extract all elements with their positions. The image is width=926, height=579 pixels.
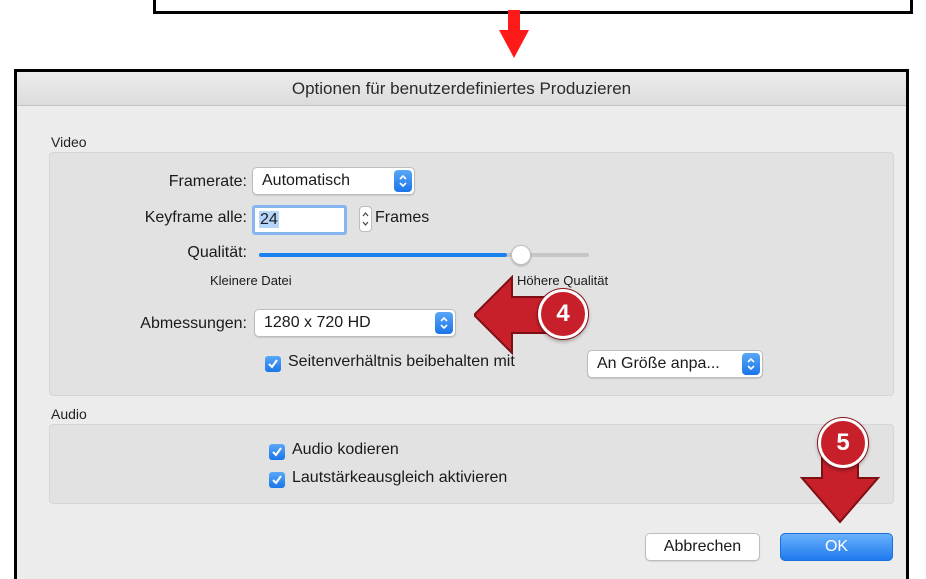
quality-slider[interactable] — [259, 253, 589, 257]
audio-encode-label: Audio kodieren — [292, 441, 399, 458]
dimensions-popup[interactable]: 1280 x 720 HD — [254, 309, 456, 337]
cancel-button[interactable]: Abbrechen — [645, 533, 760, 561]
keyframe-input[interactable]: 24 — [252, 205, 347, 235]
keyframe-label: Keyframe alle: — [144, 209, 247, 226]
previous-dialog-frame — [153, 0, 913, 14]
produce-options-dialog: Optionen für benutzerdefiniertes Produzi… — [14, 69, 909, 579]
keyframe-unit: Frames — [375, 209, 430, 226]
framerate-popup[interactable]: Automatisch — [252, 167, 415, 195]
audio-encode-checkbox[interactable] — [269, 444, 285, 460]
ok-button[interactable]: OK — [780, 533, 893, 561]
quality-slider-knob[interactable] — [511, 245, 531, 265]
aspect-mode-popup[interactable]: An Größe anpa... — [587, 350, 763, 378]
step-4-badge: 4 — [538, 289, 588, 339]
dialog-title: Optionen für benutzerdefiniertes Produzi… — [17, 72, 906, 106]
keyframe-value: 24 — [259, 211, 279, 228]
audio-group — [49, 424, 894, 504]
popup-chevron-icon — [394, 170, 412, 192]
framerate-label: Framerate: — [168, 173, 247, 190]
aspect-checkbox[interactable] — [265, 356, 281, 372]
dimensions-label: Abmessungen: — [140, 315, 247, 332]
aspect-checkbox-label: Seitenverhältnis beibehalten mit — [288, 353, 515, 370]
dimensions-value: 1280 x 720 HD — [264, 314, 371, 331]
step-5-badge: 5 — [818, 418, 868, 468]
video-section-label: Video — [51, 134, 87, 150]
keyframe-stepper[interactable] — [359, 206, 372, 232]
framerate-value: Automatisch — [262, 172, 351, 189]
quality-min-label: Kleinere Datei — [210, 273, 292, 288]
down-arrow-icon — [499, 10, 529, 58]
popup-chevron-icon — [435, 312, 453, 334]
quality-slider-fill — [259, 253, 507, 257]
loudness-normalize-label: Lautstärkeausgleich aktivieren — [292, 469, 508, 486]
loudness-normalize-checkbox[interactable] — [269, 472, 285, 488]
audio-section-label: Audio — [51, 406, 87, 422]
quality-label: Qualität: — [187, 244, 247, 261]
aspect-mode-value: An Größe anpa... — [597, 355, 720, 372]
popup-chevron-icon — [742, 353, 760, 375]
